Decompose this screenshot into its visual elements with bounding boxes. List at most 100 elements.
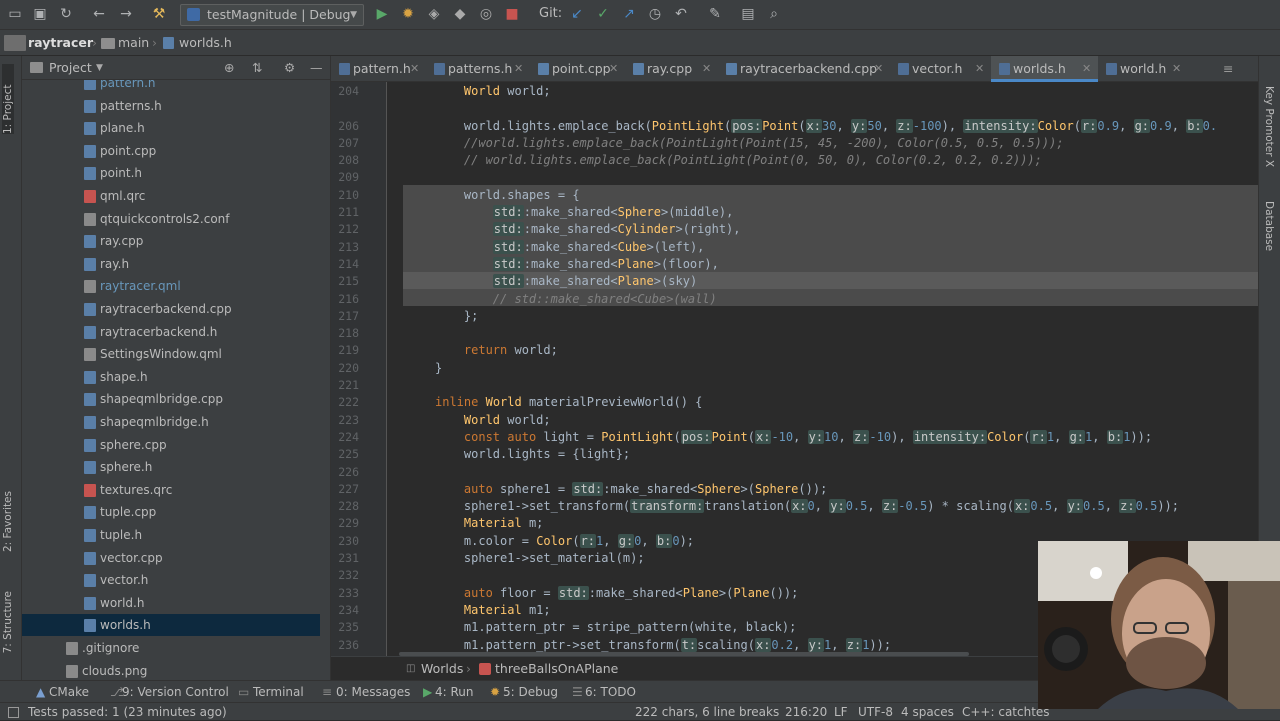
code-line[interactable]: 221 [331,377,1258,394]
breadcrumb-file[interactable]: worlds.h [179,30,232,56]
tool-tab-cmake[interactable]: CMake [49,681,89,703]
code-line[interactable]: 228 sphere1->set_transform(transform:tra… [331,498,1258,515]
code-line[interactable]: 212 std::make_shared<Cylinder>(right), [331,221,1258,238]
tool-tab-key-promoter[interactable]: Key Promoter X [1263,86,1275,167]
tool-tab-favorites[interactable]: 2: Favorites [2,491,14,552]
tree-item[interactable]: point.cpp [22,140,320,162]
status-tests[interactable]: Tests passed: 1 (23 minutes ago) [28,703,227,721]
code-line[interactable]: 227 auto sphere1 = std::make_shared<Sphe… [331,481,1258,498]
tool-tab-database[interactable]: Database [1263,201,1275,251]
coverage-icon[interactable]: ◈ [425,5,443,23]
close-icon[interactable]: ✕ [975,56,984,82]
tree-item[interactable]: clouds.png [22,660,320,680]
tool-tab-debug[interactable]: 5: Debug [503,681,558,703]
breadcrumb-scope[interactable]: Worlds [421,657,463,681]
editor-tab[interactable]: patterns.h ✕ [426,56,530,82]
build-hammer-icon[interactable]: ⚒ [150,5,168,23]
tree-item[interactable]: textures.qrc [22,479,320,501]
tool-tab-project[interactable]: 1: Project [2,64,14,134]
run-icon[interactable]: ▶ [373,5,391,23]
attach-icon[interactable]: ◎ [477,5,495,23]
tool-tab-version-control[interactable]: 9: Version Control [122,681,229,703]
tool-tab-terminal[interactable]: Terminal [253,681,304,703]
stop-icon[interactable]: ■ [503,5,521,23]
breadcrumb-function[interactable]: threeBallsOnAPlane [495,657,618,681]
sync-icon[interactable]: ↻ [57,5,75,23]
chevron-down-icon[interactable]: ▼ [96,56,103,80]
tree-item[interactable]: world.h [22,592,320,614]
tree-item[interactable]: vector.cpp [22,547,320,569]
structure-icon[interactable]: ▤ [739,5,757,23]
code-line[interactable]: 213 std::make_shared<Cube>(left), [331,239,1258,256]
close-icon[interactable]: ✕ [514,56,523,82]
toggle-tool-windows-icon[interactable] [8,707,19,718]
profile-icon[interactable]: ◆ [451,5,469,23]
tree-item[interactable]: SettingsWindow.qml [22,343,320,365]
run-config-select[interactable]: testMagnitude | Debug ▼ [180,4,364,26]
editor-tab[interactable]: pattern.h ✕ [331,56,426,82]
editor-tab[interactable]: ray.cpp ✕ [625,56,718,82]
tree-item[interactable]: shapeqmlbridge.cpp [22,388,320,410]
code-line[interactable]: 222 inline World materialPreviewWorld() { [331,394,1258,411]
tree-item[interactable]: raytracerbackend.cpp [22,298,320,320]
editor-tab[interactable]: worlds.h ✕ [991,56,1098,82]
tree-item[interactable]: raytracer.qml [22,275,320,297]
code-line[interactable]: 208 // world.lights.emplace_back(PointLi… [331,152,1258,169]
tree-item[interactable]: ray.cpp [22,230,320,252]
editor-tab[interactable]: vector.h ✕ [890,56,991,82]
search-icon[interactable]: ⌕ [765,5,783,23]
close-icon[interactable]: ✕ [609,56,618,82]
status-caret-position[interactable]: 216:20 [785,703,827,721]
code-line[interactable]: 223 World world; [331,412,1258,429]
horizontal-scrollbar[interactable] [399,652,969,656]
code-line[interactable]: 216 // std::make_shared<Cube>(wall) [331,291,1258,308]
code-line[interactable]: 226 [331,464,1258,481]
breadcrumb-folder[interactable]: main [118,30,149,56]
code-line[interactable]: 225 world.lights = {light}; [331,446,1258,463]
git-commit-icon[interactable]: ✓ [594,5,612,23]
settings-wrench-icon[interactable]: ✎ [706,5,724,23]
git-rollback-icon[interactable]: ↶ [672,5,690,23]
code-line[interactable]: 207 //world.lights.emplace_back(PointLig… [331,135,1258,152]
tree-item[interactable]: patterns.h [22,95,320,117]
tree-item[interactable]: ray.h [22,253,320,275]
tool-tab-messages[interactable]: 0: Messages [336,681,410,703]
tool-tab-structure[interactable]: 7: Structure [2,591,14,653]
back-icon[interactable]: ← [90,5,108,23]
locate-file-icon[interactable]: ⊕ [224,56,234,80]
code-line[interactable]: 204 World world; [331,83,1258,100]
code-line[interactable]: 211 std::make_shared<Sphere>(middle), [331,204,1258,221]
hide-panel-icon[interactable]: — [310,56,323,80]
editor-tab[interactable]: world.h ✕ [1098,56,1188,82]
code-line[interactable]: 219 return world; [331,342,1258,359]
save-icon[interactable]: ▣ [31,5,49,23]
tree-item[interactable]: sphere.cpp [22,434,320,456]
code-line[interactable]: 229 Material m; [331,515,1258,532]
breadcrumb-project[interactable]: raytracer [28,30,93,56]
project-panel-title[interactable]: Project [49,56,92,80]
tree-item[interactable]: .gitignore [22,637,320,659]
open-folder-icon[interactable]: ▭ [6,5,24,23]
tree-item[interactable]: worlds.h [22,614,320,637]
code-line[interactable]: 220} [331,360,1258,377]
tree-item[interactable]: tuple.cpp [22,501,320,523]
code-line[interactable]: 224 const auto light = PointLight(pos:Po… [331,429,1258,446]
code-line[interactable]: 209 [331,169,1258,186]
code-line[interactable]: 217 }; [331,308,1258,325]
editor-tab[interactable]: point.cpp ✕ [530,56,625,82]
code-line[interactable]: 210 world.shapes = { [331,187,1258,204]
close-icon[interactable]: ✕ [702,56,711,82]
tree-item[interactable]: vector.h [22,569,320,591]
close-icon[interactable]: ✕ [410,56,419,82]
tool-tab-run[interactable]: 4: Run [435,681,474,703]
close-icon[interactable]: ✕ [1082,56,1091,82]
status-indent[interactable]: 4 spaces [901,703,954,721]
tree-item[interactable]: tuple.h [22,524,320,546]
status-context[interactable]: C++: catchtes [962,703,1050,721]
debug-icon[interactable]: ✹ [399,5,417,23]
tree-item[interactable]: point.h [22,162,320,184]
tabs-overflow-icon[interactable]: ≡ [1199,56,1249,82]
tree-item[interactable]: qtquickcontrols2.conf [22,208,320,230]
tree-item[interactable]: pattern.h [22,80,320,94]
tree-item[interactable]: shape.h [22,366,320,388]
